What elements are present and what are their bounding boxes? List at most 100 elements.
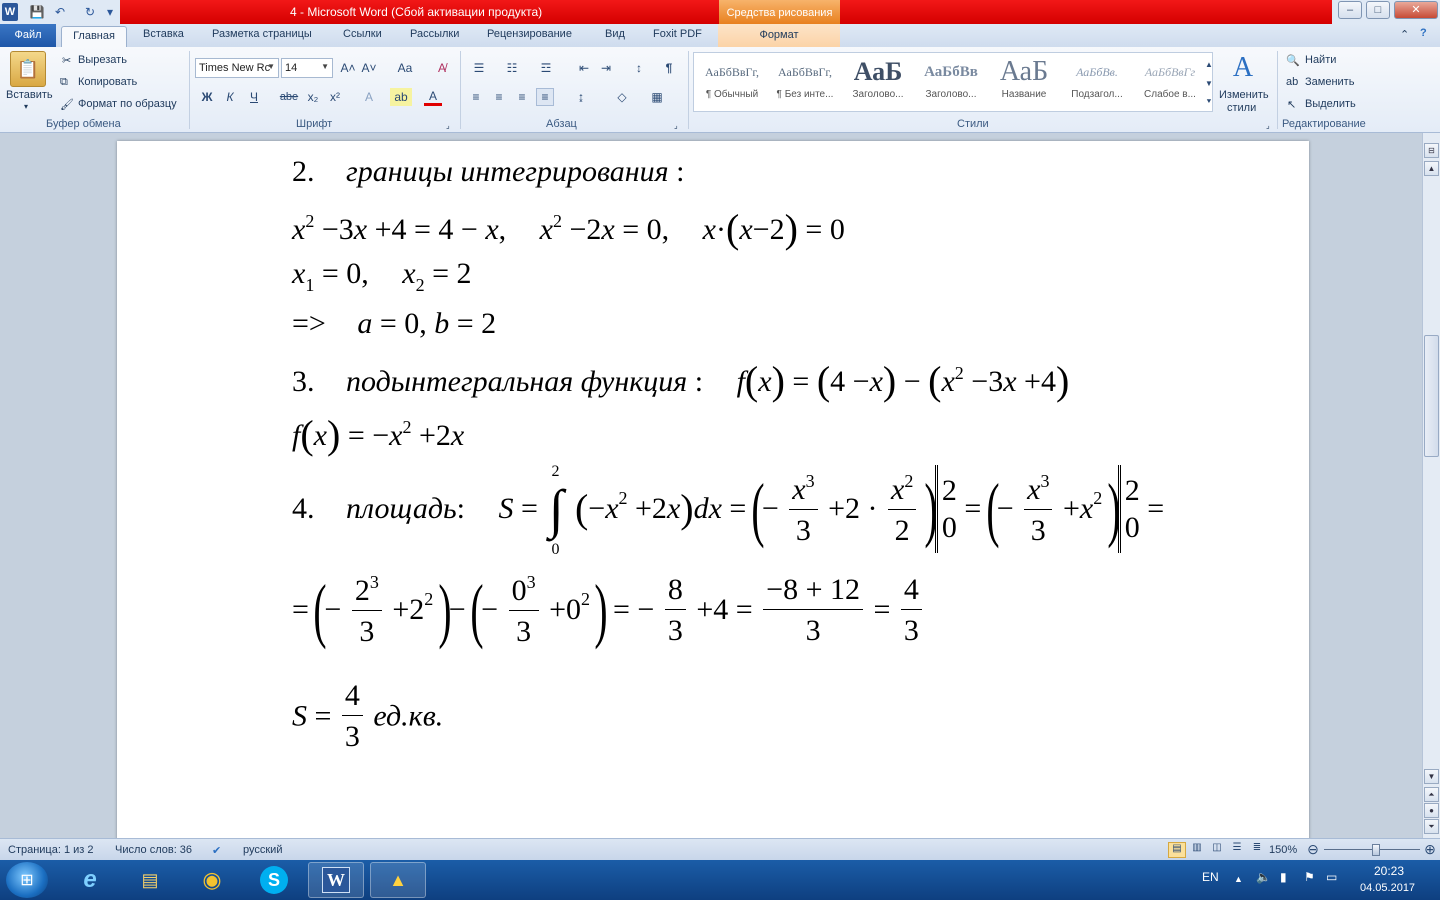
word-taskbar-button[interactable]: W	[308, 862, 364, 898]
align-left-icon[interactable]: ≡	[467, 88, 485, 106]
numbering-icon[interactable]: ☷	[500, 59, 524, 77]
clear-format-icon[interactable]: A̸	[432, 59, 452, 77]
paste-button[interactable]: Вставить	[6, 89, 53, 101]
style-heading1[interactable]: АаБ Заголово...	[843, 55, 913, 110]
print-layout-icon[interactable]: ▤	[1168, 842, 1186, 858]
styles-dialog-launcher-icon[interactable]: ⌟	[1266, 121, 1270, 130]
underline-icon[interactable]: Ч	[245, 88, 263, 106]
multilevel-list-icon[interactable]: ☲	[534, 59, 558, 77]
format-painter-button[interactable]: Формат по образцу	[78, 98, 177, 110]
tab-format[interactable]: Формат	[718, 24, 840, 47]
clock-time[interactable]: 20:23	[1374, 864, 1404, 878]
close-button[interactable]: ✕	[1394, 1, 1438, 19]
paragraph-dialog-launcher-icon[interactable]: ⌟	[674, 121, 678, 130]
maximize-button[interactable]: □	[1366, 1, 1390, 19]
superscript-icon[interactable]: x²	[326, 88, 344, 106]
app-taskbar-icon[interactable]: ▲	[370, 862, 426, 898]
zoom-in-icon[interactable]: ⊕	[1421, 841, 1439, 857]
increase-indent-icon[interactable]: ⇥	[597, 59, 615, 77]
style-no-spacing[interactable]: АаБбВвГг, ¶ Без инте...	[770, 55, 840, 110]
justify-icon[interactable]: ≡	[536, 88, 554, 106]
zoom-level[interactable]: 150%	[1269, 844, 1297, 856]
volume-icon[interactable]: 🔈	[1256, 870, 1271, 884]
style-subtitle[interactable]: АаБбВв. Подзагол...	[1062, 55, 1132, 110]
tab-references[interactable]: Ссылки	[343, 28, 382, 40]
power-icon[interactable]: ▭	[1326, 870, 1337, 884]
bullets-icon[interactable]: ☰	[467, 59, 491, 77]
tray-expand-icon[interactable]: ▲	[1234, 874, 1243, 884]
zoom-slider-thumb[interactable]	[1372, 844, 1380, 856]
tab-foxit[interactable]: Foxit PDF	[653, 28, 702, 40]
paste-icon[interactable]: 📋	[10, 51, 46, 87]
scroll-thumb[interactable]	[1424, 335, 1439, 457]
save-icon[interactable]: 💾	[28, 3, 46, 21]
styles-scroll-down-icon[interactable]: ▼	[1204, 74, 1214, 92]
scroll-down-icon[interactable]: ▼	[1424, 769, 1439, 784]
minimize-button[interactable]: –	[1338, 1, 1362, 19]
start-button[interactable]: ⊞	[6, 862, 48, 898]
tab-layout[interactable]: Разметка страницы	[212, 28, 312, 40]
font-color-icon[interactable]: A	[424, 88, 442, 106]
word-counter[interactable]: Число слов: 36	[115, 844, 192, 856]
tab-file[interactable]: Файл	[0, 24, 56, 47]
redo-icon[interactable]: ↻	[82, 3, 98, 21]
skype-taskbar-button[interactable]: S	[246, 862, 302, 898]
ruler-toggle-icon[interactable]: ⊟	[1424, 143, 1439, 158]
explorer-taskbar-icon[interactable]: ▤	[122, 862, 178, 898]
tab-mailings[interactable]: Рассылки	[410, 28, 459, 40]
zoom-out-icon[interactable]: ⊖	[1304, 841, 1322, 857]
change-styles-button-line2[interactable]: стили	[1227, 102, 1256, 114]
shrink-font-icon[interactable]: A˅	[360, 59, 378, 77]
full-screen-reading-icon[interactable]: ▥	[1188, 842, 1206, 858]
sort-icon[interactable]: ↕	[630, 59, 648, 77]
cut-button[interactable]: Вырезать	[78, 54, 127, 66]
help-icon[interactable]: ?	[1420, 27, 1427, 39]
styles-scroll-up-icon[interactable]: ▲	[1204, 55, 1214, 73]
outline-icon[interactable]: ☰	[1228, 842, 1246, 858]
copy-button[interactable]: Копировать	[78, 76, 137, 88]
word-app-icon[interactable]: W	[2, 3, 18, 21]
clock-date[interactable]: 04.05.2017	[1360, 882, 1415, 894]
style-normal[interactable]: АаБбВвГг, ¶ Обычный	[697, 55, 767, 110]
find-button[interactable]: Найти	[1305, 54, 1336, 66]
tab-insert[interactable]: Вставка	[143, 28, 184, 40]
draft-icon[interactable]: ≣	[1248, 842, 1266, 858]
borders-icon[interactable]: ▦	[645, 88, 669, 106]
undo-icon[interactable]: ↶	[52, 3, 68, 21]
styles-more-icon[interactable]: ⯆	[1204, 93, 1214, 111]
font-size-field[interactable]: 14 ▼	[281, 58, 333, 78]
previous-page-icon[interactable]: ⏶	[1424, 787, 1439, 802]
show-marks-icon[interactable]: ¶	[660, 59, 678, 77]
page-counter[interactable]: Страница: 1 из 2	[8, 844, 94, 856]
text-effects-icon[interactable]: A	[360, 88, 378, 106]
align-right-icon[interactable]: ≡	[513, 88, 531, 106]
style-title[interactable]: АаБ Название	[989, 55, 1059, 110]
align-center-icon[interactable]: ≡	[490, 88, 508, 106]
spellcheck-icon[interactable]: ✔	[212, 844, 221, 857]
document-page[interactable]: 2. границы интегрирования : x2 −3x +4 = …	[117, 141, 1309, 838]
web-layout-icon[interactable]: ◫	[1208, 842, 1226, 858]
strikethrough-icon[interactable]: abe	[278, 88, 300, 106]
language-indicator[interactable]: русский	[243, 844, 282, 856]
tab-view[interactable]: Вид	[605, 28, 625, 40]
style-heading2[interactable]: АаБбВв Заголово...	[916, 55, 986, 110]
subscript-icon[interactable]: x₂	[304, 88, 322, 106]
highlight-icon[interactable]: ab	[390, 88, 412, 106]
select-button[interactable]: Выделить	[1305, 98, 1356, 110]
style-subtle-emphasis[interactable]: АаБбВвГг Слабое в...	[1135, 55, 1205, 110]
decrease-indent-icon[interactable]: ⇤	[575, 59, 593, 77]
font-name-field[interactable]: Times New Rc ▼	[195, 58, 279, 78]
customize-qat-icon[interactable]: ▾	[104, 3, 116, 21]
vertical-scrollbar[interactable]: ⊟ ▲ ▼ ⏶ ● ⏷	[1422, 133, 1440, 838]
change-styles-button-line1[interactable]: Изменить	[1219, 89, 1269, 101]
paste-dropdown-icon[interactable]: ▾	[24, 102, 28, 111]
italic-icon[interactable]: К	[221, 88, 239, 106]
change-styles-icon[interactable]: A	[1226, 51, 1260, 85]
shading-icon[interactable]: ◇	[610, 88, 634, 106]
tab-review[interactable]: Рецензирование	[487, 28, 572, 40]
browse-object-icon[interactable]: ●	[1424, 803, 1439, 818]
next-page-icon[interactable]: ⏷	[1424, 819, 1439, 834]
tab-home[interactable]: Главная	[61, 26, 127, 47]
network-icon[interactable]: ▮	[1280, 870, 1287, 884]
grow-font-icon[interactable]: A˄	[339, 59, 357, 77]
